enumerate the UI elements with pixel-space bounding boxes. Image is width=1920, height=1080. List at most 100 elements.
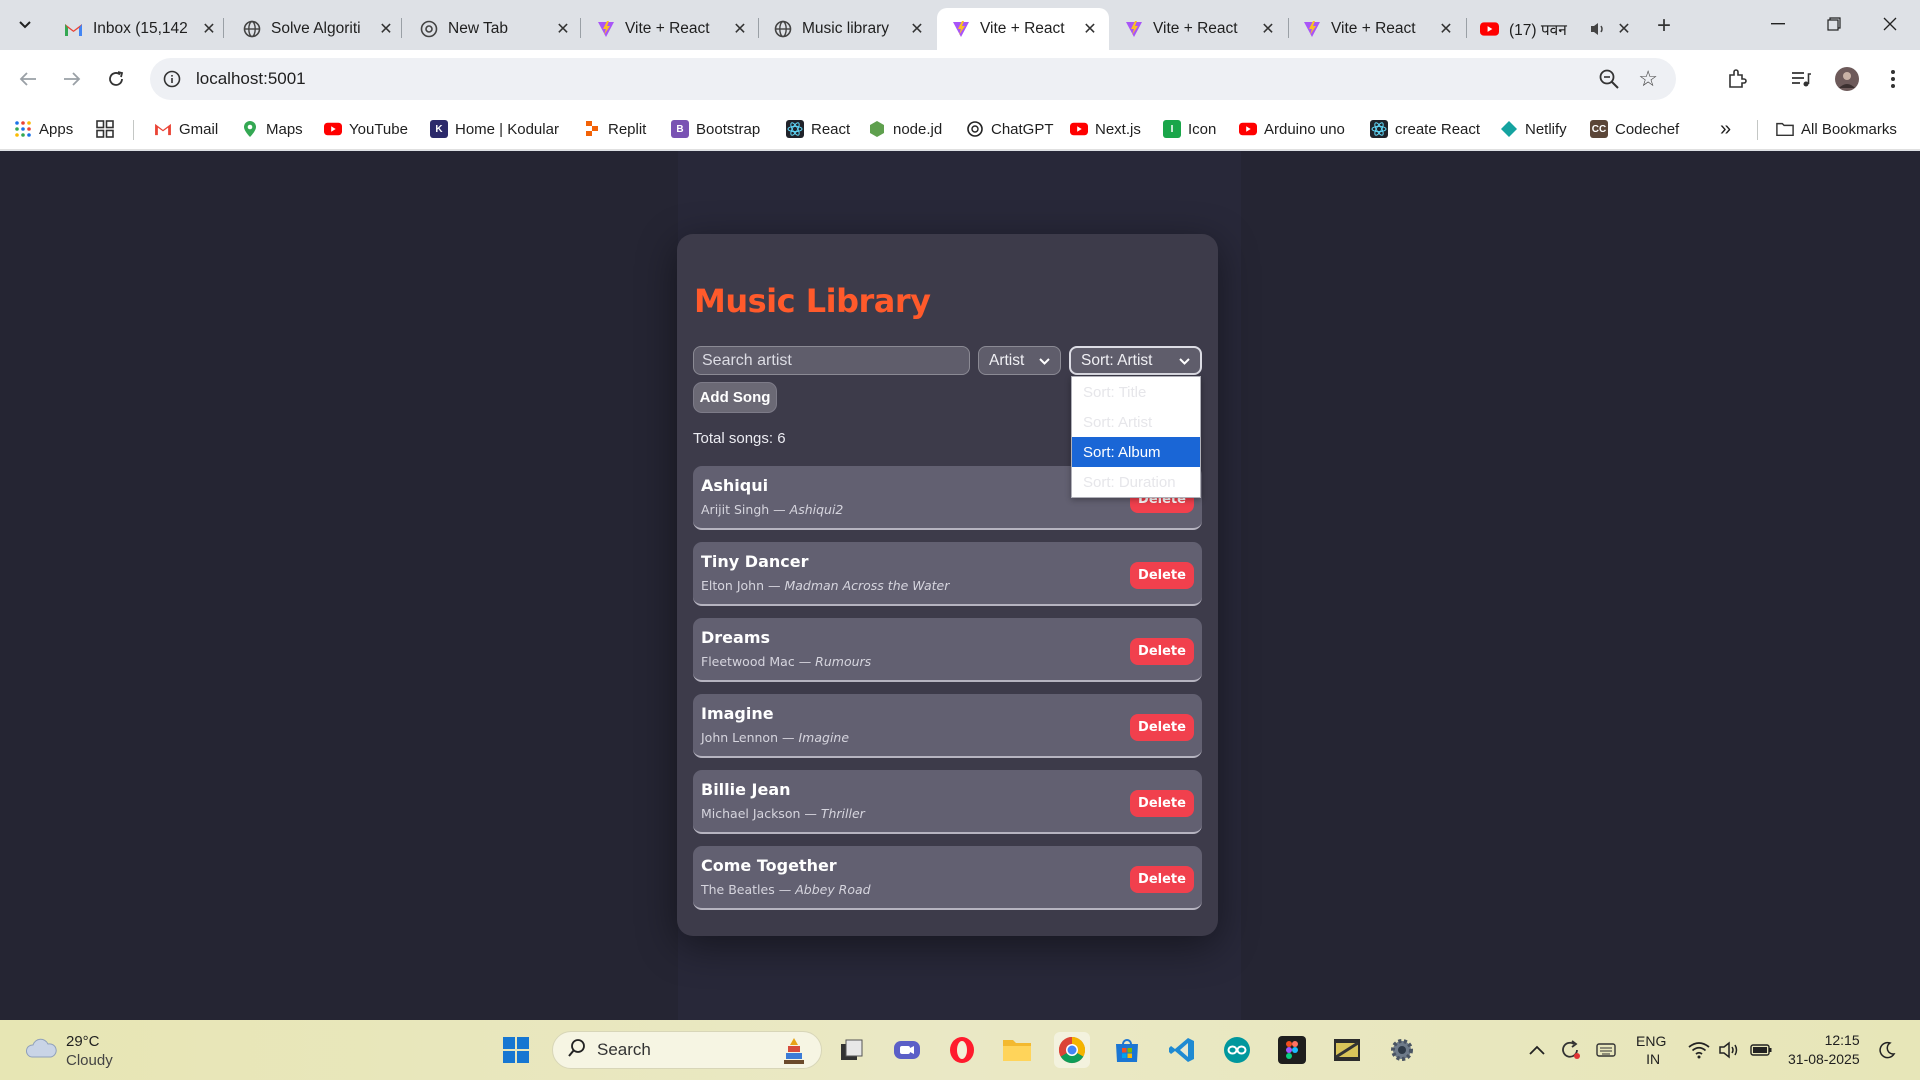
tab-new-tab[interactable]: New Tab ✕ bbox=[405, 8, 582, 50]
bookmark-nodejs[interactable]: node.jd bbox=[868, 116, 942, 142]
delete-button[interactable]: Delete bbox=[1130, 790, 1194, 817]
reload-icon[interactable] bbox=[100, 63, 132, 95]
close-window-icon[interactable] bbox=[1862, 6, 1918, 42]
bookmark-nextjs[interactable]: Next.js bbox=[1070, 116, 1141, 142]
sort-option-album[interactable]: Sort: Album bbox=[1072, 437, 1200, 467]
speaker-icon[interactable] bbox=[1588, 20, 1607, 39]
restore-icon[interactable] bbox=[1806, 6, 1862, 42]
bookmark-bootstrap[interactable]: B Bootstrap bbox=[671, 116, 760, 142]
bookmark-react[interactable]: React bbox=[786, 116, 850, 142]
windows-start-icon[interactable] bbox=[498, 1032, 534, 1068]
bookmark-youtube[interactable]: YouTube bbox=[324, 116, 408, 142]
notification-moon-icon[interactable] bbox=[1878, 1020, 1896, 1080]
clock[interactable]: 12:15 31-08-2025 bbox=[1788, 1020, 1860, 1080]
vscode-icon[interactable] bbox=[1164, 1032, 1200, 1068]
bookmark-icon[interactable]: I Icon bbox=[1163, 116, 1216, 142]
sort-select[interactable]: Sort: Artist bbox=[1069, 346, 1202, 375]
task-view-icon[interactable] bbox=[834, 1032, 870, 1068]
bookmark-kodular[interactable]: K Home | Kodular bbox=[430, 116, 559, 142]
tab-youtube[interactable]: (17) पवन ✕ bbox=[1466, 8, 1643, 50]
tab-separator bbox=[401, 18, 402, 38]
close-icon[interactable]: ✕ bbox=[908, 20, 926, 38]
song-title: Tiny Dancer bbox=[701, 552, 809, 571]
clock-time: 12:15 bbox=[1824, 1032, 1860, 1048]
close-icon[interactable]: ✕ bbox=[200, 20, 218, 38]
store-icon[interactable] bbox=[1109, 1032, 1145, 1068]
tab-groups-icon[interactable] bbox=[96, 116, 114, 142]
close-icon[interactable]: ✕ bbox=[1437, 20, 1455, 38]
address-bar[interactable]: localhost:5001 ☆ bbox=[150, 58, 1676, 100]
delete-button[interactable]: Delete bbox=[1130, 562, 1194, 589]
language-indicator[interactable]: ENG IN bbox=[1636, 1020, 1666, 1080]
filter-select[interactable]: Artist bbox=[978, 346, 1061, 375]
extensions-icon[interactable] bbox=[1722, 64, 1752, 94]
bookmark-netlify[interactable]: Netlify bbox=[1500, 116, 1567, 142]
back-icon[interactable] bbox=[12, 63, 44, 95]
delete-button[interactable]: Delete bbox=[1130, 714, 1194, 741]
avatar[interactable] bbox=[1832, 64, 1862, 94]
new-tab-button[interactable]: + bbox=[1650, 12, 1678, 40]
search-input[interactable] bbox=[693, 346, 970, 375]
tab-vite-react-4[interactable]: Vite + React ✕ bbox=[1288, 8, 1465, 50]
tab-search-icon[interactable] bbox=[12, 12, 38, 38]
delete-button[interactable]: Delete bbox=[1130, 866, 1194, 893]
chip-app-icon[interactable] bbox=[1329, 1032, 1365, 1068]
bookmark-create-react[interactable]: create React bbox=[1370, 116, 1480, 142]
delete-button[interactable]: Delete bbox=[1130, 638, 1194, 665]
youtube-icon bbox=[1480, 20, 1499, 39]
figma-icon[interactable] bbox=[1274, 1032, 1310, 1068]
opera-icon[interactable] bbox=[944, 1032, 980, 1068]
bookmark-chatgpt[interactable]: ChatGPT bbox=[966, 116, 1054, 142]
zoom-icon[interactable] bbox=[1598, 68, 1620, 90]
chrome-icon[interactable] bbox=[1054, 1032, 1090, 1068]
sync-icon[interactable] bbox=[1558, 1020, 1582, 1080]
bookmark-maps[interactable]: Maps bbox=[241, 116, 303, 142]
bookmark-codechef[interactable]: CC Codechef bbox=[1590, 116, 1679, 142]
bookmarks-overflow-button[interactable]: » bbox=[1720, 116, 1731, 142]
sort-option-duration[interactable]: Sort: Duration bbox=[1072, 467, 1200, 497]
tab-solve-algorithm[interactable]: Solve Algoriti ✕ bbox=[228, 8, 405, 50]
weather-widget[interactable]: 29°C Cloudy bbox=[24, 1032, 113, 1070]
file-explorer-icon[interactable] bbox=[999, 1032, 1035, 1068]
song-meta: The Beatles — Abbey Road bbox=[701, 882, 871, 897]
keyboard-icon[interactable] bbox=[1596, 1020, 1616, 1080]
site-info-icon[interactable] bbox=[160, 67, 184, 91]
bookmark-replit[interactable]: Replit bbox=[583, 116, 646, 142]
close-icon[interactable]: ✕ bbox=[1615, 20, 1633, 38]
tray-overflow-icon[interactable] bbox=[1528, 1020, 1546, 1080]
icon-site-icon: I bbox=[1163, 120, 1181, 138]
arduino-icon[interactable] bbox=[1219, 1032, 1255, 1068]
close-icon[interactable]: ✕ bbox=[731, 20, 749, 38]
tab-vite-react-3[interactable]: Vite + React ✕ bbox=[1110, 8, 1287, 50]
tab-music-library[interactable]: Music library ✕ bbox=[759, 8, 936, 50]
add-song-button[interactable]: Add Song bbox=[693, 382, 777, 413]
tab-vite-react-active[interactable]: Vite + React ✕ bbox=[937, 8, 1109, 50]
wifi-icon[interactable] bbox=[1688, 1020, 1710, 1080]
minimize-icon[interactable] bbox=[1750, 6, 1806, 42]
song-meta: Arijit Singh — Ashiqui2 bbox=[701, 502, 843, 517]
bookmark-gmail[interactable]: Gmail bbox=[154, 116, 218, 142]
taskbar-search[interactable]: Search bbox=[552, 1031, 822, 1069]
all-bookmarks-button[interactable]: All Bookmarks bbox=[1776, 116, 1897, 142]
sort-option-artist[interactable]: Sort: Artist bbox=[1072, 407, 1200, 437]
more-menu-icon[interactable] bbox=[1878, 64, 1908, 94]
bookmark-arduino[interactable]: Arduino uno bbox=[1239, 116, 1345, 142]
gmail-icon bbox=[64, 20, 83, 39]
media-control-icon[interactable] bbox=[1786, 64, 1816, 94]
meet-icon[interactable] bbox=[889, 1032, 925, 1068]
tab-gmail[interactable]: Inbox (15,142 ✕ bbox=[50, 8, 228, 50]
url-text[interactable]: localhost:5001 bbox=[196, 69, 306, 89]
sort-option-title[interactable]: Sort: Title bbox=[1072, 377, 1200, 407]
bookmark-apps[interactable]: Apps bbox=[14, 116, 73, 142]
bookmark-star-icon[interactable]: ☆ bbox=[1638, 66, 1658, 92]
close-icon[interactable]: ✕ bbox=[1081, 20, 1099, 38]
tab-vite-react-1[interactable]: Vite + React ✕ bbox=[582, 8, 759, 50]
close-icon[interactable]: ✕ bbox=[1259, 20, 1277, 38]
battery-icon[interactable] bbox=[1750, 1020, 1772, 1080]
close-icon[interactable]: ✕ bbox=[377, 20, 395, 38]
forward-icon[interactable] bbox=[56, 63, 88, 95]
settings-gear-icon[interactable] bbox=[1384, 1032, 1420, 1068]
close-icon[interactable]: ✕ bbox=[554, 20, 572, 38]
song-meta: Elton John — Madman Across the Water bbox=[701, 578, 949, 593]
volume-icon[interactable] bbox=[1718, 1020, 1740, 1080]
